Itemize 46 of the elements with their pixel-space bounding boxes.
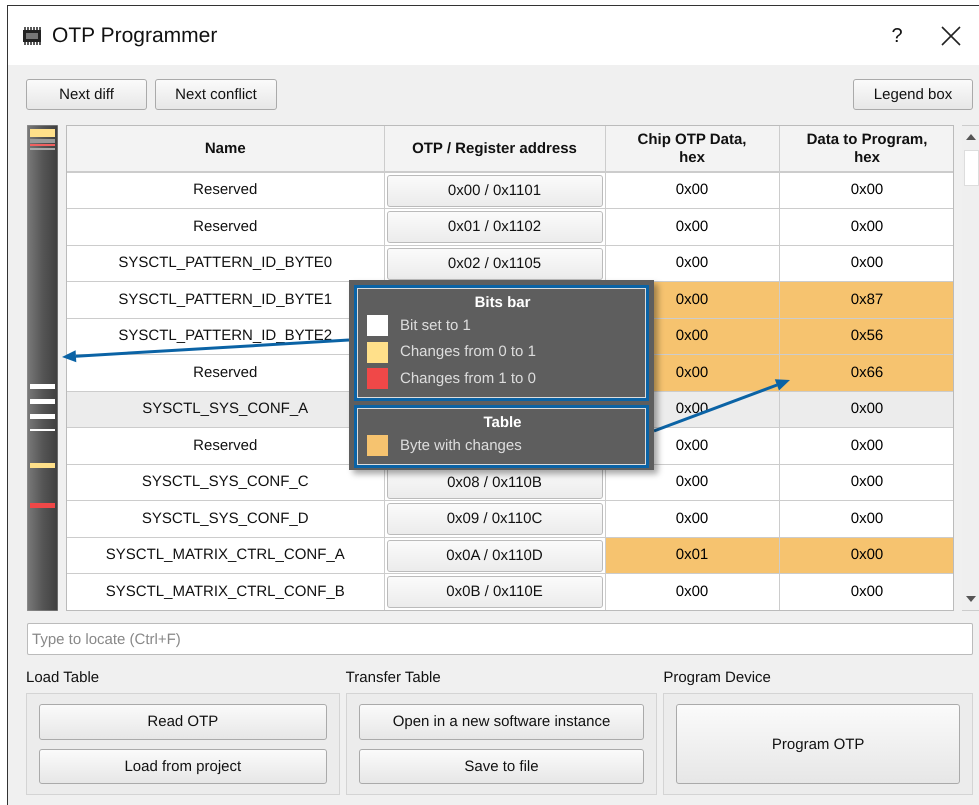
- table-cell: Reserved: [67, 208, 384, 246]
- address-button[interactable]: 0x0B / 0x110E: [386, 576, 602, 608]
- table-cell: 0x87: [780, 282, 953, 318]
- column-header[interactable]: Chip OTP Data, hex: [605, 126, 779, 172]
- group-label: Transfer Table: [346, 668, 442, 688]
- table-cell: SYSCTL_SYS_CONF_D: [67, 500, 384, 538]
- legend-button[interactable]: Legend box: [853, 79, 973, 110]
- legend-title: Bits bar: [474, 293, 532, 313]
- table-cell: 0x56: [780, 318, 953, 354]
- legend-label: Changes from 1 to 0: [400, 368, 536, 388]
- address-button[interactable]: 0x0A / 0x110D: [386, 540, 602, 572]
- action-button[interactable]: Save to file: [358, 748, 644, 784]
- action-button[interactable]: Open in a new software instance: [358, 704, 644, 740]
- scroll-down-icon[interactable]: [966, 596, 976, 602]
- action-button[interactable]: Load from project: [39, 748, 327, 784]
- address-button[interactable]: 0x02 / 0x1105: [386, 248, 602, 280]
- address-button[interactable]: 0x00 / 0x1101: [386, 174, 602, 207]
- address-button[interactable]: 0x01 / 0x1102: [386, 211, 602, 244]
- column-header[interactable]: Name: [67, 126, 384, 172]
- toolbar-button[interactable]: Next conflict: [155, 79, 277, 110]
- table-cell: 0x66: [780, 355, 953, 391]
- chip-icon: [20, 26, 44, 44]
- table-cell: 0x01: [606, 538, 778, 574]
- close-icon[interactable]: [941, 26, 961, 46]
- search-field[interactable]: Type to locate (Ctrl+F): [27, 623, 973, 655]
- table-cell: SYSCTL_MATRIX_CTRL_CONF_A: [67, 537, 384, 574]
- legend-label: Bit set to 1: [400, 316, 471, 336]
- scrollbar-thumb[interactable]: [964, 150, 979, 186]
- column-header[interactable]: Data to Program, hex: [779, 126, 953, 172]
- legend-label: Byte with changes: [400, 436, 522, 456]
- scrollbar[interactable]: [962, 125, 979, 611]
- address-button[interactable]: 0x09 / 0x110C: [386, 503, 602, 536]
- action-button[interactable]: Read OTP: [39, 704, 327, 740]
- table-cell: Reserved: [67, 172, 384, 209]
- column-header[interactable]: OTP / Register address: [384, 126, 605, 172]
- legend-label: Changes from 0 to 1: [400, 342, 536, 362]
- scroll-up-icon[interactable]: [966, 134, 976, 140]
- toolbar-button[interactable]: Next diff: [26, 79, 147, 110]
- help-button[interactable]: ?: [877, 20, 917, 50]
- action-button[interactable]: Program OTP: [676, 704, 960, 784]
- table-cell: 0x00: [780, 538, 953, 574]
- group-label: Program Device: [663, 668, 772, 688]
- table-cell: SYSCTL_MATRIX_CTRL_CONF_B: [67, 574, 384, 610]
- window-title: OTP Programmer: [52, 22, 218, 49]
- legend-title: Table: [482, 413, 523, 433]
- group-label: Load Table: [26, 668, 100, 688]
